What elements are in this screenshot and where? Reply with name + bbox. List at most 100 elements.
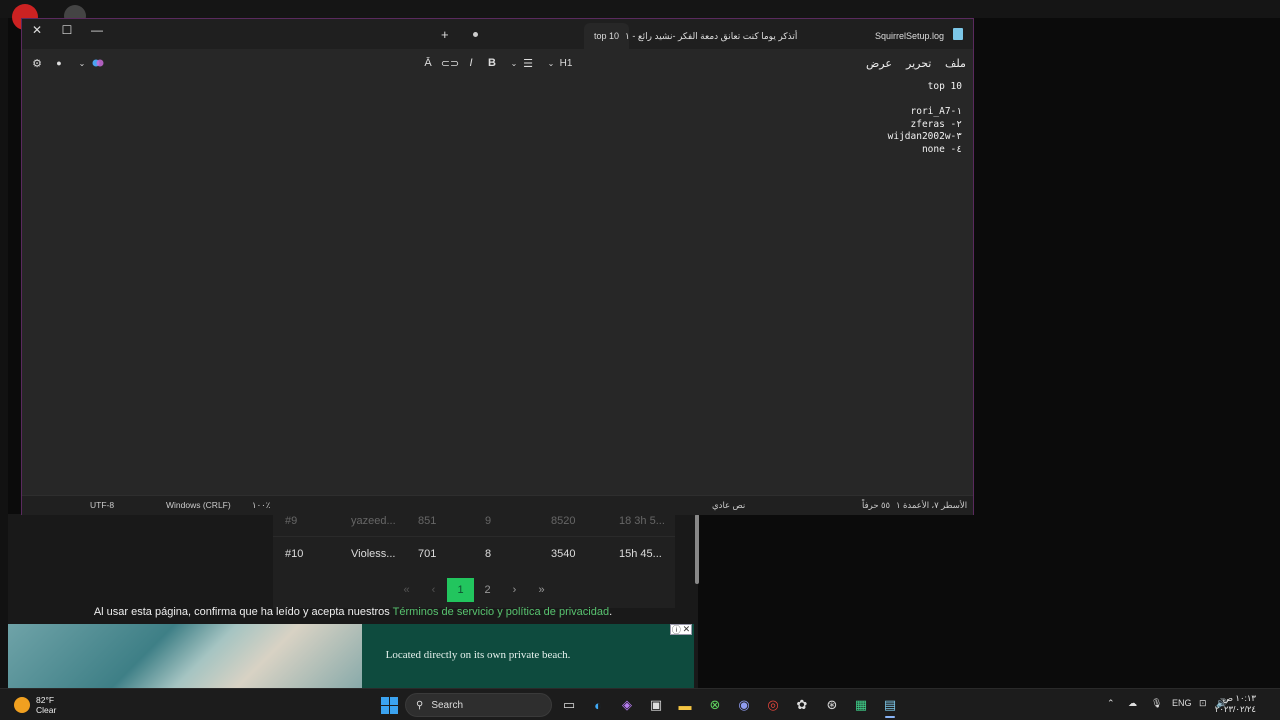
- next-page-button[interactable]: ›: [501, 578, 528, 602]
- chevron-up-icon[interactable]: ⌃: [1107, 698, 1115, 709]
- advertisement[interactable]: Located directly on its own private beac…: [8, 624, 694, 688]
- app-icon[interactable]: ✿: [791, 694, 813, 716]
- tab-nasheed[interactable]: أتذكر يوما كنت تعانق دمعة الفكر -نشيد را…: [625, 23, 797, 49]
- text-editor[interactable]: top 10 rori_A7-١ zferas -٢ wijdan2002w-٣…: [22, 77, 973, 495]
- status-bar: UTF-8 Windows (CRLF) ١٠٠٪ نص عادي ٥٥ حرف…: [22, 495, 973, 515]
- link-icon[interactable]: ⊂⊃: [441, 49, 459, 77]
- page-2-button[interactable]: 2: [474, 578, 501, 602]
- tab-label: top 10: [594, 31, 620, 41]
- file-explorer-icon[interactable]: ▬: [674, 694, 696, 716]
- windows-logo-icon: [380, 696, 398, 714]
- minimize-button[interactable]: —: [82, 19, 112, 41]
- language-indicator[interactable]: ENG: [1172, 698, 1192, 708]
- zoom-status[interactable]: ١٠٠٪: [252, 500, 270, 511]
- taskbar-search[interactable]: ⚲ Search: [405, 693, 552, 717]
- maximize-button[interactable]: ☐: [52, 19, 82, 41]
- store-icon[interactable]: ▣: [645, 694, 667, 716]
- network-icon[interactable]: ⊡: [1199, 698, 1207, 709]
- mode-status[interactable]: نص عادي: [712, 500, 745, 511]
- menu-view[interactable]: عرض: [866, 49, 892, 77]
- taskbar: 82°F Clear ⚲ Search ▭ ◐ ◈ ▣ ▬ ⊗ ◉ ◎ ✿ ⊛ …: [0, 688, 1280, 720]
- cursor-position-status: الأسطر ٧، الأعمدة ١: [896, 500, 968, 510]
- weather-desc: Clear: [36, 705, 57, 715]
- tab-label: أتذكر يوما كنت تعانق دمعة الفكر -نشيد را…: [625, 30, 798, 41]
- discord-icon[interactable]: ◉: [733, 694, 755, 716]
- settings-gear-icon[interactable]: ⚙: [28, 49, 46, 77]
- close-button[interactable]: ✕: [22, 19, 52, 41]
- value-cell: 3540: [551, 547, 576, 560]
- title-bar[interactable]: ✕ ☐ — + top 10 أتذكر يوما كنت تعانق دمعة…: [22, 19, 973, 49]
- clock[interactable]: ١٠:١٣ ص ٢٠٢٣/٠٢/٢٤: [1215, 693, 1256, 715]
- search-icon: ⚲: [416, 699, 424, 711]
- tab-squirrel-log[interactable]: SquirrelSetup.log: [875, 23, 944, 49]
- search-label: Search: [431, 699, 464, 711]
- weather-temp: 82°F: [36, 695, 55, 705]
- app-green-icon[interactable]: ▦: [850, 694, 872, 716]
- ad-info-icon[interactable]: ⓘ: [672, 624, 681, 636]
- pagination: « ‹ 1 2 › »: [393, 578, 555, 602]
- document-line: none -٤: [921, 144, 962, 155]
- page-scrollbar[interactable]: [695, 514, 699, 584]
- copilot-taskbar-icon[interactable]: ◈: [616, 694, 638, 716]
- menu-file[interactable]: ملف: [945, 49, 966, 77]
- value-cell: 8: [485, 547, 492, 560]
- time-cell: 18 3h 5...: [619, 515, 665, 527]
- chrome-icon[interactable]: ◎: [762, 694, 784, 716]
- microphone-icon[interactable]: 🎙: [1151, 698, 1162, 709]
- document-line: zferas -٢: [910, 119, 963, 130]
- desktop: #9 yazeed... 851 9 8520 18 3h 5... #10 V…: [0, 0, 1280, 720]
- onedrive-icon[interactable]: ☁: [1128, 698, 1137, 709]
- chevron-down-icon[interactable]: ⌄: [546, 49, 556, 77]
- line-ending-status[interactable]: Windows (CRLF): [166, 500, 231, 510]
- steam-icon[interactable]: ⊛: [821, 694, 843, 716]
- value-cell: 9: [485, 515, 492, 527]
- value-cell: 701: [418, 547, 437, 560]
- list-icon[interactable]: ☰: [520, 49, 536, 77]
- chevron-down-icon[interactable]: ⌄: [76, 49, 88, 77]
- char-count-status: ٥٥ حرفاً: [862, 500, 891, 510]
- close-icon[interactable]: ✕: [683, 624, 691, 635]
- copilot-icon[interactable]: [88, 49, 108, 77]
- last-page-button[interactable]: »: [528, 578, 555, 602]
- rank-cell: #9: [285, 515, 298, 527]
- tab-top-10[interactable]: top 10: [584, 23, 630, 49]
- chevron-down-icon[interactable]: ⌄: [509, 49, 519, 77]
- bold-button[interactable]: B: [484, 49, 500, 77]
- browser-left-edge: [0, 18, 8, 688]
- italic-button[interactable]: I: [463, 49, 479, 77]
- leaderboard-table: #9 yazeed... 851 9 8520 18 3h 5... #10 V…: [273, 514, 675, 608]
- weather-widget[interactable]: 82°F Clear: [14, 695, 56, 715]
- clock-time: ١٠:١٣ ص: [1222, 693, 1256, 703]
- sun-icon: [14, 697, 30, 713]
- document-line: rori_A7-١: [910, 106, 963, 117]
- new-tab-button[interactable]: +: [441, 27, 449, 42]
- start-button[interactable]: [378, 694, 400, 716]
- active-app-indicator: [885, 716, 895, 718]
- first-page-button[interactable]: «: [393, 578, 420, 602]
- task-view-icon[interactable]: ▭: [558, 694, 580, 716]
- clear-formatting-icon[interactable]: Ā: [420, 49, 436, 77]
- time-cell: 15h 45...: [619, 547, 662, 560]
- terms-link[interactable]: Términos de servicio y política de priva…: [393, 606, 609, 618]
- name-cell: Violess...: [351, 547, 396, 560]
- ad-text[interactable]: Located directly on its own private beac…: [383, 648, 573, 662]
- prev-page-button[interactable]: ‹: [420, 578, 447, 602]
- encoding-status[interactable]: UTF-8: [90, 500, 114, 510]
- xbox-icon[interactable]: ⊗: [704, 694, 726, 716]
- heading-button[interactable]: H1: [557, 49, 575, 77]
- value-cell: 8520: [551, 515, 576, 527]
- page-1-button[interactable]: 1: [447, 578, 474, 602]
- ad-close-button[interactable]: ⓘ ✕: [670, 624, 692, 635]
- table-row[interactable]: #10 Violess... 701 8 3540 15h 45...: [273, 536, 675, 570]
- toolbar: ⚙ ● ⌄ Ā ⊂⊃ I B ⌄ ☰ ⌄ H1 عرض تحرير ملف: [22, 49, 973, 77]
- rank-cell: #10: [285, 547, 304, 560]
- ad-image[interactable]: [8, 624, 362, 688]
- document-line: wijdan2002w-٣: [887, 131, 962, 142]
- menu-edit[interactable]: تحرير: [906, 49, 931, 77]
- document-line: top 10: [927, 81, 962, 92]
- consent-period: .: [609, 606, 613, 618]
- clock-date: ٢٠٢٣/٠٢/٢٤: [1214, 704, 1256, 714]
- account-icon[interactable]: ●: [50, 49, 68, 77]
- notepad-taskbar-icon[interactable]: ▤: [879, 694, 901, 716]
- edge-icon[interactable]: ◐: [587, 694, 609, 716]
